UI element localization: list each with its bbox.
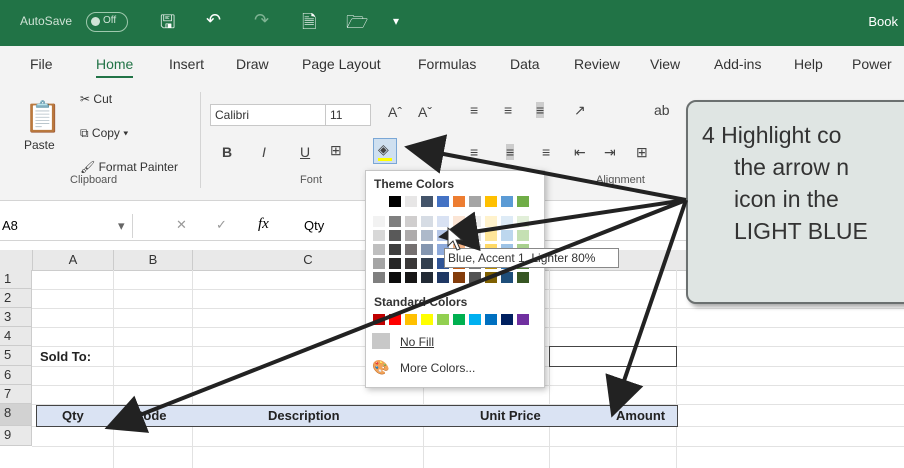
arrow-to-swatch (438, 198, 687, 252)
arrow-to-qty (104, 198, 687, 433)
mouse-cursor-icon (447, 226, 464, 251)
arrow-to-amount (605, 199, 688, 418)
pointer-arrows (104, 134, 688, 433)
arrow-to-fill-button (404, 134, 687, 202)
